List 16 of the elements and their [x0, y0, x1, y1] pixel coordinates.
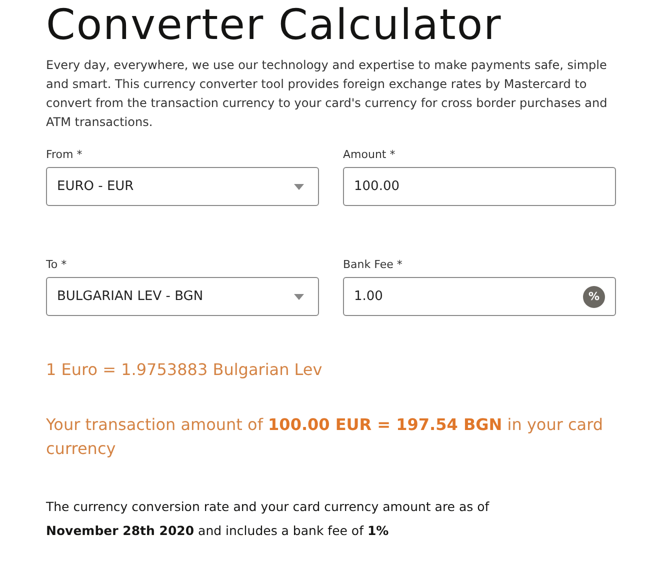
- page-title: Converter Calculator: [46, 0, 503, 50]
- rate-note: The currency conversion rate and your card currency amount are as of November 28th 2020 and includes a bank fee of 1%: [46, 498, 490, 540]
- caret-icon: [294, 294, 304, 300]
- field-label: Bank Fee *: [343, 258, 404, 271]
- field-label: From *: [46, 148, 84, 161]
- field-label: To *: [46, 258, 68, 271]
- fee-field[interactable]: 1.00 %: [343, 277, 616, 316]
- currency-select[interactable]: EURO - EUR: [46, 167, 319, 206]
- caret-icon: [294, 184, 304, 190]
- intro-text: Every day, everywhere, we use our technology and expertise to make payments safe, simple and smart. This currency converter tool provides foreign exchange rates by Mastercard to convert from the transaction currency to your card's currency for cross border purchases and ATM transactions.: [46, 57, 608, 131]
- percent-badge: %: [583, 286, 605, 308]
- conversion-result: Your transaction amount of 100.00 EUR = 197.54 BGN in your card currency: [46, 414, 604, 460]
- field-label: Amount *: [343, 148, 396, 161]
- currency-select[interactable]: BULGARIAN LEV - BGN: [46, 277, 319, 316]
- amount-field[interactable]: 100.00: [343, 167, 616, 206]
- exchange-rate: 1 Euro = 1.9753883 Bulgarian Lev: [46, 360, 324, 379]
